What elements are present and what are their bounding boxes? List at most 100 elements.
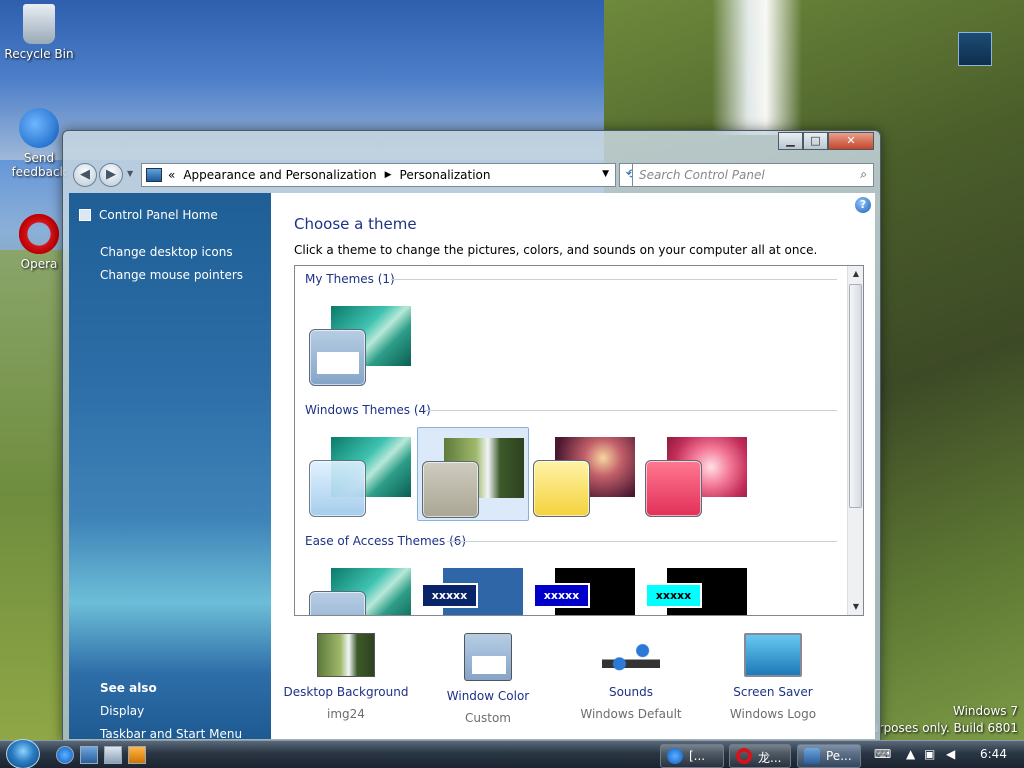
scroll-up-icon[interactable]: ▲ (848, 266, 863, 282)
change-desktop-icons-link[interactable]: Change desktop icons (100, 245, 233, 259)
address-dropdown-icon[interactable]: ▼ (602, 169, 609, 179)
sounds-music-icon (602, 633, 660, 677)
theme-color-swatch (309, 329, 366, 386)
desktop-background-label[interactable]: Desktop Background (271, 685, 421, 699)
page-subtitle: Click a theme to change the pictures, co… (294, 243, 818, 257)
show-desktop-icon[interactable] (80, 746, 98, 764)
desktop-background-setting[interactable]: Desktop Background img24 (271, 633, 421, 721)
back-button[interactable]: ◀ (73, 163, 97, 187)
control-panel-home-icon (79, 209, 91, 221)
taskbar-button-personalization[interactable]: Pe... (797, 744, 861, 768)
taskbar-start-menu-link[interactable]: Taskbar and Start Menu (100, 727, 242, 741)
group-ease-of-access: Ease of Access Themes (6) (305, 534, 467, 548)
personalization-window: ▁ □ ✕ ◀ ▶ ▼ « Appearance and Personaliza… (62, 130, 881, 742)
search-icon[interactable]: ⌕ (860, 167, 867, 182)
control-panel-icon (146, 168, 162, 182)
main-pane: ? Choose a theme Click a theme to change… (271, 193, 875, 739)
breadcrumb-separator-icon[interactable]: ▶ (385, 170, 392, 180)
screen-saver-monitor-icon (744, 633, 802, 677)
theme-high-contrast-2[interactable]: xxxxx (641, 558, 753, 615)
page-title: Choose a theme (294, 215, 417, 233)
desktop-icon-label: Opera (20, 257, 58, 271)
hc-label: xxxxx (645, 583, 702, 608)
scroll-down-icon[interactable]: ▼ (848, 599, 863, 615)
desktop-icon-label: Send feedback (11, 151, 67, 179)
maximize-button[interactable]: □ (803, 132, 828, 150)
screen-saver-setting[interactable]: Screen Saver Windows Logo (698, 633, 848, 721)
theme-windows-classic[interactable]: xxxxx (417, 558, 529, 615)
opera-icon (19, 214, 59, 254)
group-divider (391, 279, 837, 280)
network-icon[interactable]: ▣ (924, 747, 935, 761)
theme-my-unsaved[interactable] (305, 296, 417, 390)
group-windows-themes: Windows Themes (4) (305, 403, 431, 417)
theme-windows-basic[interactable] (305, 558, 417, 615)
task-sidebar: Control Panel Home Change desktop icons … (69, 193, 271, 741)
gadget-bird-icon[interactable] (958, 32, 992, 66)
group-divider (447, 541, 837, 542)
keyboard-icon[interactable]: ⌨ (874, 747, 891, 761)
change-mouse-pointers-link[interactable]: Change mouse pointers (100, 268, 243, 282)
navigation-bar: ◀ ▶ ▼ « Appearance and Personalization ▶… (69, 161, 875, 189)
group-divider (425, 410, 837, 411)
group-my-themes: My Themes (1) (305, 272, 395, 286)
internet-explorer-icon[interactable] (56, 746, 74, 764)
recent-pages-chevron-icon[interactable]: ▼ (127, 169, 133, 178)
sounds-setting[interactable]: Sounds Windows Default (556, 633, 706, 721)
control-panel-icon (804, 748, 820, 764)
breadcrumb-personalization[interactable]: Personalization (400, 168, 491, 182)
theme-settings-bar: Desktop Background img24 Window Color Cu… (271, 623, 875, 739)
screen-saver-label[interactable]: Screen Saver (698, 685, 848, 699)
theme-color-swatch (309, 460, 366, 517)
start-button[interactable] (6, 739, 40, 768)
theme-list-scrollbar[interactable]: ▲ ▼ (847, 266, 863, 615)
sounds-label[interactable]: Sounds (556, 685, 706, 699)
forward-button[interactable]: ▶ (99, 163, 123, 187)
window-color-label[interactable]: Window Color (413, 689, 563, 703)
hc-label: xxxxx (533, 583, 590, 608)
watermark-line2: purposes only. Build 6801 (863, 721, 1018, 735)
theme-high-contrast-1[interactable]: xxxxx (529, 558, 641, 615)
see-also-heading: See also (100, 681, 157, 695)
theme-windows-7[interactable] (305, 427, 417, 521)
switch-windows-icon[interactable] (104, 746, 122, 764)
window-content: Control Panel Home Change desktop icons … (69, 193, 875, 741)
taskbar-button-1[interactable]: [... (660, 744, 724, 768)
close-button[interactable]: ✕ (828, 132, 874, 150)
theme-color-swatch (645, 460, 702, 517)
help-icon[interactable]: ? (855, 197, 871, 213)
search-input[interactable]: Search Control Panel ⌕ (632, 163, 874, 187)
globe-icon (667, 748, 683, 764)
search-placeholder: Search Control Panel (639, 168, 765, 182)
taskbar-button-label: Pe... (826, 749, 852, 763)
desktop-background-icon (317, 633, 375, 677)
display-link[interactable]: Display (100, 704, 144, 718)
theme-nature[interactable] (641, 427, 753, 521)
clock[interactable]: 6:44 (980, 747, 1007, 761)
theme-light-auras[interactable] (529, 427, 641, 521)
theme-landscape-selected[interactable] (417, 427, 529, 521)
breadcrumb-appearance[interactable]: Appearance and Personalization (183, 168, 376, 182)
breadcrumb-prefix[interactable]: « (168, 168, 175, 182)
theme-color-swatch (309, 591, 366, 615)
show-hidden-icons-icon[interactable]: ▲ (906, 747, 915, 761)
recycle-bin-icon (23, 4, 55, 44)
theme-color-swatch (533, 460, 590, 517)
desktop-icon-recycle-bin[interactable]: Recycle Bin (4, 4, 74, 61)
control-panel-home-link[interactable]: Control Panel Home (79, 208, 218, 222)
screen-saver-value: Windows Logo (729, 707, 817, 721)
window-color-setting[interactable]: Window Color Custom (413, 633, 563, 725)
media-player-icon[interactable] (128, 746, 146, 764)
taskbar-button-opera[interactable]: 龙... (729, 744, 791, 768)
system-tray: ⌨ ▲ ▣ ◀ 6:44 (864, 741, 1024, 768)
minimize-button[interactable]: ▁ (778, 132, 803, 150)
scroll-thumb[interactable] (849, 284, 862, 508)
feedback-icon (19, 108, 59, 148)
desktop-icon-label: Recycle Bin (4, 47, 74, 61)
taskbar-button-label: 龙... (758, 751, 782, 765)
hc-label: xxxxx (421, 583, 478, 608)
watermark-line1: Windows 7 (952, 704, 1018, 718)
taskbar-button-label: [... (689, 749, 706, 763)
address-bar[interactable]: « Appearance and Personalization ▶ Perso… (141, 163, 616, 187)
volume-icon[interactable]: ◀ (946, 747, 955, 761)
